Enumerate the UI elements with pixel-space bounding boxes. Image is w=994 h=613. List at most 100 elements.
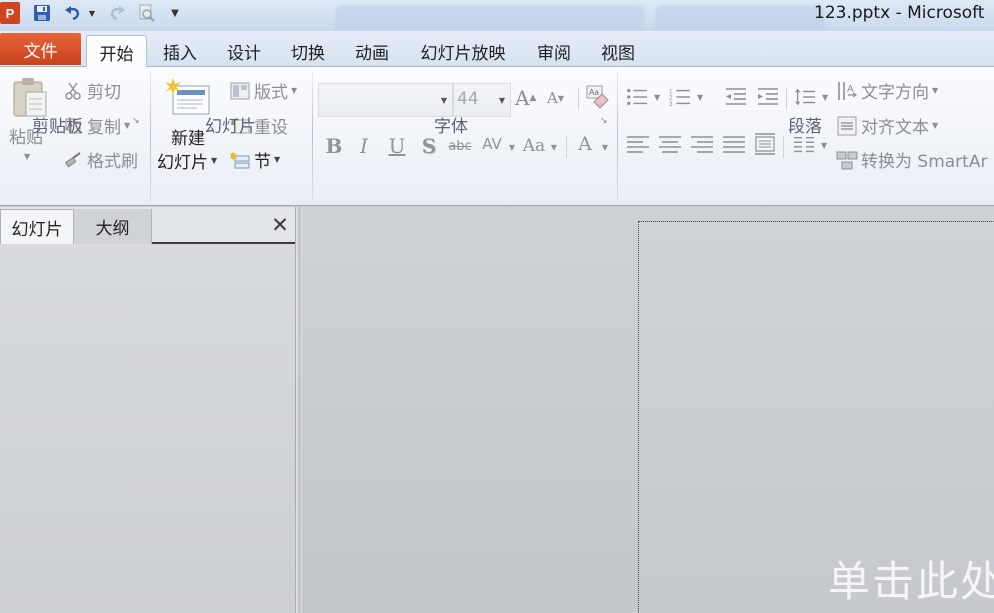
tab-view[interactable]: 视图 xyxy=(590,35,646,67)
line-spacing-button[interactable]: ▼ xyxy=(794,86,828,108)
clear-formatting-icon[interactable]: Aa xyxy=(584,84,610,110)
grow-font-icon[interactable]: A ▲ xyxy=(515,86,536,110)
character-spacing-dropdown-icon[interactable]: ▼ xyxy=(507,134,517,160)
toolbar-divider xyxy=(783,136,784,158)
paragraph-group-label: 段落 xyxy=(788,117,822,137)
undo-icon[interactable] xyxy=(62,2,84,24)
new-slide-dropdown-icon[interactable]: ▼ xyxy=(211,156,217,165)
reset-label: 重设 xyxy=(254,118,288,138)
bullets-icon xyxy=(626,86,648,108)
font-color-button[interactable]: A xyxy=(574,131,596,157)
align-text-icon xyxy=(836,115,858,137)
tab-outline-pane[interactable]: 大纲 xyxy=(74,209,152,244)
numbering-dropdown-icon[interactable]: ▼ xyxy=(697,93,703,102)
numbering-icon: 123 xyxy=(669,86,691,108)
print-preview-icon[interactable] xyxy=(135,2,157,24)
layout-label: 版式 xyxy=(254,83,288,103)
new-slide-label-line1[interactable]: 新建 xyxy=(171,124,205,149)
font-launcher-icon[interactable]: ↘ xyxy=(600,116,610,126)
tab-animations[interactable]: 动画 xyxy=(344,35,400,67)
align-center-icon[interactable] xyxy=(658,134,682,156)
tab-design[interactable]: 设计 xyxy=(216,35,272,67)
section-icon xyxy=(229,149,251,171)
section-button[interactable]: 节 ▼ xyxy=(229,147,280,172)
tab-slideshow[interactable]: 幻灯片放映 xyxy=(408,35,518,67)
section-dropdown-icon[interactable]: ▼ xyxy=(274,155,280,164)
columns-icon xyxy=(793,134,815,156)
layout-button[interactable]: 版式 ▼ xyxy=(229,78,297,103)
change-case-button[interactable]: Aa xyxy=(520,133,548,159)
convert-smartart-button[interactable]: 转换为 SmartAr xyxy=(836,147,987,172)
group-divider xyxy=(312,71,313,201)
copy-dropdown-icon[interactable]: ▼ xyxy=(124,121,130,130)
text-direction-label: 文字方向 xyxy=(861,83,929,103)
svg-text:Aa: Aa xyxy=(589,88,599,97)
undo-dropdown-icon[interactable]: ▼ xyxy=(87,2,97,24)
ribbon-tab-bar: 文件 开始 插入 设计 切换 动画 幻灯片放映 审阅 视图 xyxy=(0,31,994,68)
tab-review[interactable]: 审阅 xyxy=(526,35,582,67)
italic-button[interactable]: I xyxy=(354,133,374,159)
layout-dropdown-icon[interactable]: ▼ xyxy=(291,86,297,95)
tab-file[interactable]: 文件 xyxy=(0,33,81,65)
background-browser-tab xyxy=(655,5,825,31)
tab-home[interactable]: 开始 xyxy=(86,35,147,68)
font-color-dropdown-icon[interactable]: ▼ xyxy=(600,134,610,160)
customize-arrow-icon[interactable]: ▼ xyxy=(168,2,182,24)
powerpoint-logo-icon[interactable]: P xyxy=(0,2,20,24)
paste-dropdown-icon[interactable]: ▼ xyxy=(24,152,30,161)
clipboard-launcher-icon[interactable]: ↘ xyxy=(132,116,142,126)
font-name-combobox[interactable]: ▼ xyxy=(318,83,453,117)
cut-label: 剪切 xyxy=(87,83,121,103)
section-label: 节 xyxy=(254,152,271,172)
toolbar-divider xyxy=(566,136,567,158)
character-spacing-button[interactable]: AV xyxy=(479,131,505,157)
text-direction-dropdown-icon[interactable]: ▼ xyxy=(932,86,938,95)
increase-indent-icon[interactable] xyxy=(756,86,780,108)
layout-icon xyxy=(229,80,251,102)
shrink-font-icon[interactable]: A ▼ xyxy=(547,89,564,107)
text-direction-button[interactable]: A 文字方向 ▼ xyxy=(836,78,938,103)
copy-label: 复制 xyxy=(87,118,121,138)
tab-slides-pane[interactable]: 幻灯片 xyxy=(0,209,74,244)
close-icon[interactable]: ✕ xyxy=(268,213,292,237)
svg-text:3: 3 xyxy=(669,101,673,108)
change-case-dropdown-icon[interactable]: ▼ xyxy=(549,134,559,160)
format-painter-icon xyxy=(62,149,84,171)
numbering-button[interactable]: 123 ▼ xyxy=(669,86,703,108)
underline-button[interactable]: U xyxy=(385,133,409,159)
pane-tab-strip: 幻灯片 大纲 ✕ xyxy=(0,207,295,244)
font-name-dropdown-icon[interactable]: ▼ xyxy=(441,96,447,105)
group-divider xyxy=(617,71,618,201)
align-text-dropdown-icon[interactable]: ▼ xyxy=(932,121,938,130)
new-slide-button[interactable]: 幻灯片 ▼ xyxy=(157,148,217,173)
bullets-dropdown-icon[interactable]: ▼ xyxy=(654,93,660,102)
align-text-button[interactable]: 对齐文本 ▼ xyxy=(836,113,938,138)
clipboard-group-label: 剪贴板 xyxy=(32,117,83,137)
title-placeholder[interactable]: 单击此处 xyxy=(828,548,994,609)
columns-dropdown-icon[interactable]: ▼ xyxy=(821,141,827,150)
tab-transitions[interactable]: 切换 xyxy=(280,35,336,67)
redo-icon[interactable] xyxy=(106,2,128,24)
justify-icon[interactable] xyxy=(722,134,746,156)
bullets-button[interactable]: ▼ xyxy=(626,86,660,108)
line-spacing-dropdown-icon[interactable]: ▼ xyxy=(822,93,828,102)
window-title: 123.pptx - Microsoft xyxy=(814,3,985,23)
pane-splitter[interactable] xyxy=(295,207,302,613)
distributed-icon[interactable] xyxy=(753,132,777,156)
cut-button[interactable]: 剪切 xyxy=(62,78,121,103)
tab-insert[interactable]: 插入 xyxy=(152,35,208,67)
font-group-label: 字体 xyxy=(434,117,468,137)
bold-button[interactable]: B xyxy=(322,133,346,159)
text-direction-icon: A xyxy=(836,80,858,102)
save-icon[interactable] xyxy=(31,2,53,24)
font-size-dropdown-icon[interactable]: ▼ xyxy=(499,96,505,105)
slides-group-label: 幻灯片 xyxy=(205,117,256,137)
format-painter-button[interactable]: 格式刷 xyxy=(62,147,138,172)
align-left-icon[interactable] xyxy=(626,134,650,156)
align-right-icon[interactable] xyxy=(690,134,714,156)
decrease-indent-icon[interactable] xyxy=(724,86,748,108)
format-painter-label: 格式刷 xyxy=(87,152,138,172)
line-spacing-icon xyxy=(794,86,816,108)
toolbar-divider xyxy=(578,88,579,110)
columns-button[interactable]: ▼ xyxy=(793,134,827,156)
